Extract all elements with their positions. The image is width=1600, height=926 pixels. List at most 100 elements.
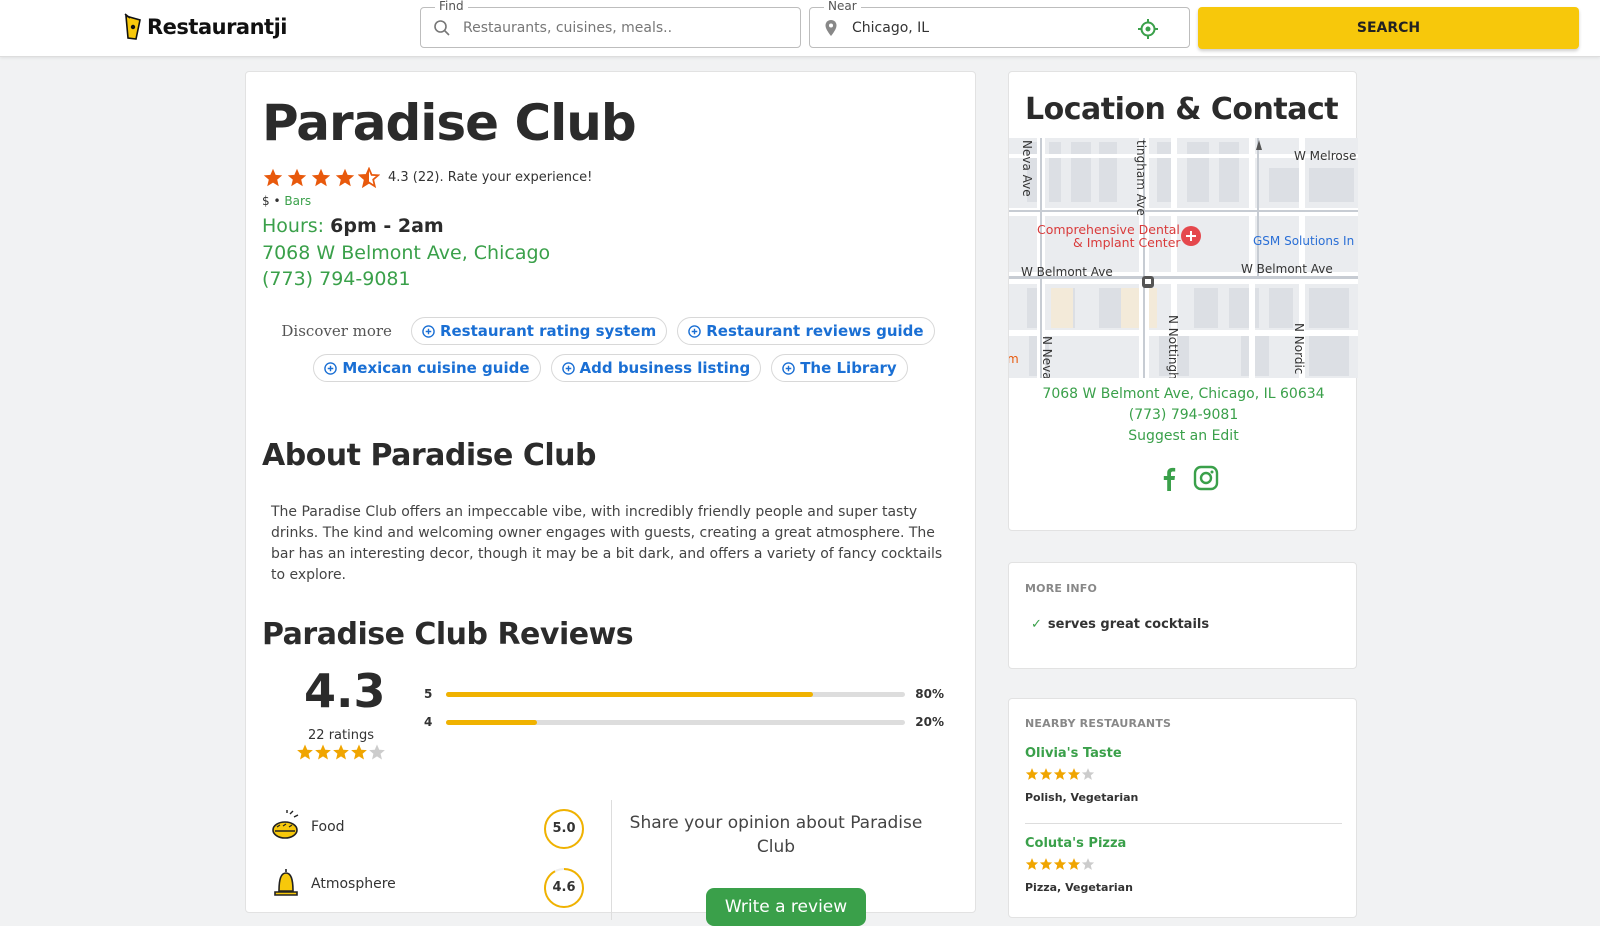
discover-link-mexican-guide[interactable]: Mexican cuisine guide bbox=[313, 354, 541, 382]
star-full-icon bbox=[263, 168, 283, 187]
near-label: Near bbox=[824, 0, 861, 13]
category-link[interactable]: Bars bbox=[284, 194, 311, 208]
nearby-restaurant-cuisine: Pizza, Vegetarian bbox=[1025, 881, 1133, 894]
share-opinion-text: Share your opinion about Paradise Club bbox=[629, 813, 923, 857]
discover-link-reviews-guide[interactable]: Restaurant reviews guide bbox=[677, 317, 935, 345]
search-button[interactable]: SEARCH bbox=[1198, 7, 1579, 49]
bell-icon bbox=[274, 869, 298, 896]
star-full-icon bbox=[1067, 858, 1081, 870]
star-full-icon bbox=[1025, 768, 1039, 780]
map-label: N Neva bbox=[1040, 336, 1054, 378]
subrating-food: Food bbox=[271, 810, 345, 844]
map-label: & Implant Center bbox=[1073, 235, 1181, 250]
locate-me-icon[interactable] bbox=[1137, 18, 1159, 40]
overall-stars bbox=[296, 743, 386, 761]
instagram-icon[interactable] bbox=[1193, 465, 1219, 491]
discover-link-label: The Library bbox=[800, 359, 897, 377]
about-heading: About Paradise Club bbox=[262, 438, 596, 473]
map-label: tingham Ave bbox=[1134, 140, 1148, 216]
nearby-divider bbox=[1025, 823, 1342, 824]
near-field[interactable]: Near bbox=[809, 0, 1190, 48]
find-label: Find bbox=[435, 0, 468, 13]
map-label: GSM Solutions In bbox=[1253, 234, 1354, 248]
find-field[interactable]: Find bbox=[420, 0, 801, 48]
star-full-icon bbox=[335, 168, 355, 187]
rating-text[interactable]: 4.3 (22). Rate your experience! bbox=[388, 170, 592, 185]
star-full-icon bbox=[351, 744, 367, 760]
plus-circle-icon bbox=[688, 324, 702, 338]
price-level: $ bbox=[262, 194, 270, 208]
write-review-button[interactable]: Write a review bbox=[706, 888, 866, 926]
page-title: Paradise Club bbox=[262, 94, 637, 152]
map-label: Neva Ave bbox=[1020, 140, 1034, 197]
discover-link-label: Mexican cuisine guide bbox=[342, 359, 530, 377]
star-full-icon bbox=[311, 168, 331, 187]
nearby-restaurant-link[interactable]: Coluta's Pizza bbox=[1025, 836, 1126, 851]
social-links bbox=[1157, 465, 1231, 491]
location-pin-icon bbox=[825, 20, 837, 36]
star-full-icon bbox=[287, 168, 307, 187]
site-logo[interactable]: Restaurantji bbox=[122, 12, 288, 42]
discover-more: Discover more Restaurant rating system R… bbox=[246, 317, 975, 391]
separator-dot: • bbox=[273, 194, 281, 208]
reviews-divider bbox=[611, 800, 612, 920]
hours-value: 6pm - 2am bbox=[330, 215, 444, 237]
rating-bar-label: 5 bbox=[424, 687, 433, 701]
map-label: W Belmont Ave bbox=[1021, 265, 1113, 279]
discover-link-label: Restaurant rating system bbox=[439, 322, 657, 340]
restaurant-main-card: Paradise Club 4.3 (22). Rate your experi… bbox=[245, 71, 976, 926]
map[interactable]: W Melrose Comprehensive Dental & Implant… bbox=[1009, 138, 1358, 378]
map-label: W Belmont Ave bbox=[1241, 262, 1333, 276]
discover-link-library[interactable]: The Library bbox=[771, 354, 908, 382]
price-category-row: $ • Bars bbox=[262, 194, 311, 208]
score-value: 4.6 bbox=[552, 880, 576, 895]
star-full-icon bbox=[1039, 858, 1053, 870]
contact-address-link[interactable]: 7068 W Belmont Ave, Chicago, IL 60634 bbox=[1009, 386, 1358, 402]
nearby-restaurant-stars bbox=[1025, 767, 1095, 781]
plus-circle-icon bbox=[782, 361, 795, 375]
star-full-icon bbox=[1053, 768, 1067, 780]
near-input[interactable] bbox=[852, 16, 1152, 40]
discover-link-rating-system[interactable]: Restaurant rating system bbox=[410, 317, 668, 345]
star-full-icon bbox=[1067, 768, 1081, 780]
rating-bar-track bbox=[445, 691, 905, 697]
address-link[interactable]: 7068 W Belmont Ave, Chicago bbox=[262, 242, 550, 264]
discover-link-add-business[interactable]: Add business listing bbox=[550, 354, 762, 382]
overall-rating: 4.3 bbox=[304, 664, 386, 718]
star-full-icon bbox=[1053, 858, 1067, 870]
facebook-icon[interactable] bbox=[1157, 465, 1181, 491]
map-label: W Melrose bbox=[1294, 149, 1356, 163]
plus-circle-icon bbox=[422, 324, 435, 338]
star-full-icon bbox=[1025, 858, 1039, 870]
find-input[interactable] bbox=[463, 16, 763, 40]
discover-label: Discover more bbox=[281, 322, 392, 340]
rating-bar-4: 4 20% bbox=[424, 713, 944, 731]
more-info-item-label: serves great cocktails bbox=[1047, 617, 1210, 632]
score-value: 5.0 bbox=[552, 821, 576, 836]
contact-phone-link[interactable]: (773) 794-9081 bbox=[1009, 407, 1358, 423]
top-bar: Restaurantji Find Near SEARCH bbox=[0, 0, 1600, 57]
subrating-atmosphere: Atmosphere bbox=[271, 867, 396, 901]
burger-icon bbox=[272, 810, 299, 839]
nearby-heading: NEARBY RESTAURANTS bbox=[1025, 717, 1172, 730]
phone-link[interactable]: (773) 794-9081 bbox=[262, 268, 411, 290]
star-empty-icon bbox=[1081, 858, 1095, 870]
discover-link-label: Restaurant reviews guide bbox=[706, 322, 924, 340]
star-full-icon bbox=[297, 744, 313, 760]
rating-bar-track bbox=[445, 719, 905, 725]
rating-bar-fill bbox=[445, 719, 538, 725]
rating-bar-5: 5 80% bbox=[424, 685, 944, 703]
plus-circle-icon bbox=[561, 361, 575, 375]
logo-text: Restaurantji bbox=[147, 15, 288, 39]
subrating-label: Food bbox=[311, 819, 345, 835]
suggest-edit-link[interactable]: Suggest an Edit bbox=[1009, 428, 1358, 444]
nearby-restaurant-link[interactable]: Olivia's Taste bbox=[1025, 746, 1122, 761]
rating-bar-label: 4 bbox=[424, 715, 433, 729]
hours: Hours: 6pm - 2am bbox=[262, 215, 444, 237]
star-empty-icon bbox=[369, 744, 385, 760]
rating-row[interactable]: 4.3 (22). Rate your experience! bbox=[262, 167, 592, 188]
map-label: N Nordic bbox=[1292, 323, 1306, 374]
plus-circle-icon bbox=[324, 361, 338, 375]
logo-icon bbox=[124, 13, 141, 40]
rating-bar-percent: 80% bbox=[915, 687, 944, 701]
